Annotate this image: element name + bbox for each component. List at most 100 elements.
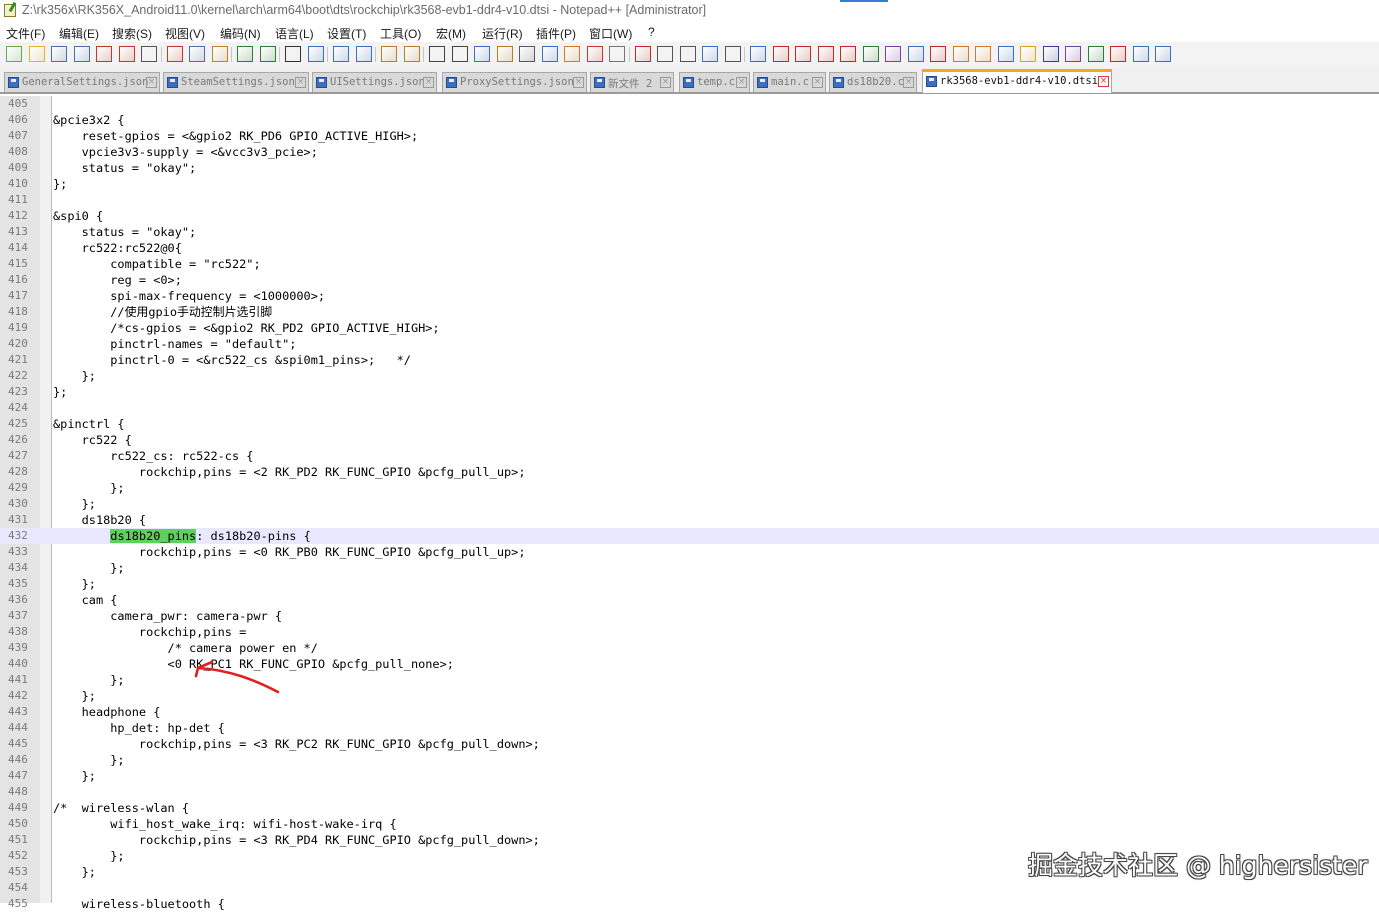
menu-item-3[interactable]: 视图(V) xyxy=(165,25,205,42)
code-line[interactable]: 408 vpcie3v3-supply = <&vcc3v3_pcie>; xyxy=(0,144,1379,160)
close-all-icon[interactable] xyxy=(118,46,135,62)
jump-prev-icon[interactable] xyxy=(795,46,811,62)
code-line[interactable]: 428 rockchip,pins = <2 RK_PD2 RK_FUNC_GP… xyxy=(0,464,1379,480)
tab-6[interactable]: main.c × xyxy=(753,72,826,92)
redo-icon[interactable] xyxy=(259,46,276,62)
code-line[interactable]: 406 &pcie3x2 { xyxy=(0,112,1379,128)
jump-last-icon[interactable] xyxy=(840,46,856,62)
code-line[interactable]: 449 /* wireless-wlan { xyxy=(0,800,1379,816)
play-macro-icon[interactable] xyxy=(679,46,696,62)
code-line[interactable]: 424 xyxy=(0,400,1379,416)
undo-icon[interactable] xyxy=(237,46,253,62)
code-line[interactable]: 409 status = "okay"; xyxy=(0,160,1379,176)
menu-item-2[interactable]: 搜索(S) xyxy=(112,25,152,42)
indent-guide-icon[interactable] xyxy=(474,46,490,62)
tab-close-icon[interactable]: × xyxy=(660,77,671,88)
menu-item-0[interactable]: 文件(F) xyxy=(6,25,45,42)
code-line[interactable]: 423}; xyxy=(0,384,1379,400)
code-editor[interactable]: 405 406 &pcie3x2 {407 reset-gpios = <&gpio… xyxy=(0,96,1379,911)
menu-item-5[interactable]: 语言(L) xyxy=(275,25,314,42)
code-line[interactable]: 427 rc522_cs: rc522-cs { xyxy=(0,448,1379,464)
menu-item-1[interactable]: 编辑(E) xyxy=(59,25,99,42)
tab-2[interactable]: UISettings.json × xyxy=(312,72,437,92)
code-line[interactable]: 443 headphone { xyxy=(0,704,1379,720)
menu-item-8[interactable]: 宏(M) xyxy=(436,25,466,42)
tab-4[interactable]: 新文件 2 × xyxy=(590,72,674,92)
plugin-a-icon[interactable] xyxy=(862,46,879,62)
tab-3[interactable]: ProxySettings.json × xyxy=(442,72,587,92)
tab-close-icon[interactable]: × xyxy=(903,77,914,88)
tab-close-icon[interactable]: × xyxy=(736,77,747,88)
copy-icon[interactable] xyxy=(189,46,205,62)
code-line[interactable]: 414 rc522:rc522@0{ xyxy=(0,240,1379,256)
code-line[interactable]: 417 spi-max-frequency = <1000000>; xyxy=(0,288,1379,304)
code-line[interactable]: 432 ds18b20_pins: ds18b20-pins { xyxy=(0,528,1379,544)
print-icon[interactable] xyxy=(141,46,157,62)
folder-workspace-icon[interactable] xyxy=(586,46,603,62)
find-icon[interactable] xyxy=(285,46,301,62)
code-line[interactable]: 445 rockchip,pins = <3 RK_PC2 RK_FUNC_GP… xyxy=(0,736,1379,752)
code-line[interactable]: 412 &spi0 { xyxy=(0,208,1379,224)
new-file-icon[interactable] xyxy=(6,46,22,62)
menu-item-4[interactable]: 编码(N) xyxy=(220,25,261,42)
code-line[interactable]: 433 rockchip,pins = <0 RK_PB0 RK_FUNC_GP… xyxy=(0,544,1379,560)
code-line[interactable]: 410}; xyxy=(0,176,1379,192)
plugin-k-icon[interactable] xyxy=(1087,46,1104,62)
save-macro-icon[interactable] xyxy=(724,46,741,62)
tab-1[interactable]: SteamSettings.json × xyxy=(163,72,309,92)
code-line[interactable]: 448 xyxy=(0,784,1379,800)
doc-map-icon[interactable] xyxy=(519,46,535,62)
code-line[interactable]: 421 pinctrl-0 = <&rc522_cs &spi0m1_pins>… xyxy=(0,352,1379,368)
run-macro-multiple-icon[interactable] xyxy=(702,46,718,62)
code-line[interactable]: 416 reg = <0>; xyxy=(0,272,1379,288)
code-line[interactable]: 420 pinctrl-names = "default"; xyxy=(0,336,1379,352)
tab-close-icon[interactable]: × xyxy=(573,77,584,88)
plugin-d-icon[interactable] xyxy=(930,46,946,62)
code-line[interactable]: 425 &pinctrl { xyxy=(0,416,1379,432)
menu-item-11[interactable]: 窗口(W) xyxy=(589,25,632,42)
tab-5[interactable]: temp.c × xyxy=(679,72,750,92)
jump-first-icon[interactable] xyxy=(772,46,789,62)
open-file-icon[interactable] xyxy=(28,46,45,62)
code-line[interactable]: 454 xyxy=(0,880,1379,896)
code-line[interactable]: 405 xyxy=(0,96,1379,112)
sync-horizontal-icon[interactable] xyxy=(403,46,420,62)
code-line[interactable]: 419 /*cs-gpios = <&gpio2 RK_PD2 GPIO_ACT… xyxy=(0,320,1379,336)
save-icon[interactable] xyxy=(51,46,67,62)
menu-item-12[interactable]: ? xyxy=(648,25,655,39)
prev-bookmark-icon[interactable] xyxy=(750,46,766,62)
plugin-c-icon[interactable] xyxy=(907,46,924,62)
code-line[interactable]: 455 wireless-bluetooth { xyxy=(0,896,1379,912)
code-line[interactable]: 411 xyxy=(0,192,1379,208)
plugin-j-icon[interactable] xyxy=(1065,46,1081,62)
code-line[interactable]: 444 hp_det: hp-det { xyxy=(0,720,1379,736)
close-icon[interactable] xyxy=(96,46,112,62)
code-line[interactable]: 413 status = "okay"; xyxy=(0,224,1379,240)
code-line[interactable]: 435 }; xyxy=(0,576,1379,592)
monitoring-icon[interactable] xyxy=(609,46,625,62)
code-line[interactable]: 434 }; xyxy=(0,560,1379,576)
code-line[interactable]: 422 }; xyxy=(0,368,1379,384)
tab-close-icon[interactable]: × xyxy=(146,77,157,88)
code-line[interactable]: 431 ds18b20 { xyxy=(0,512,1379,528)
tab-7[interactable]: ds18b20.c × xyxy=(829,72,917,92)
lang-udl-icon[interactable] xyxy=(496,46,513,62)
menu-item-7[interactable]: 工具(O) xyxy=(380,25,421,42)
zoom-in-icon[interactable] xyxy=(333,46,349,62)
sync-vertical-icon[interactable] xyxy=(381,46,397,62)
save-all-icon[interactable] xyxy=(73,46,90,62)
code-line[interactable]: 447 }; xyxy=(0,768,1379,784)
code-line[interactable]: 415 compatible = "rc522"; xyxy=(0,256,1379,272)
code-line[interactable]: 418 //使用gpio手动控制片选引脚 xyxy=(0,304,1379,320)
code-line[interactable]: 407 reset-gpios = <&gpio2 RK_PD6 GPIO_AC… xyxy=(0,128,1379,144)
plugin-i-icon[interactable] xyxy=(1042,46,1059,62)
plugin-n-icon[interactable] xyxy=(1155,46,1171,62)
zoom-out-icon[interactable] xyxy=(355,46,372,62)
function-list-icon[interactable] xyxy=(564,46,580,62)
plugin-l-icon[interactable] xyxy=(1110,46,1126,62)
word-wrap-icon[interactable] xyxy=(429,46,445,62)
replace-icon[interactable] xyxy=(307,46,324,62)
plugin-b-icon[interactable] xyxy=(885,46,901,62)
cut-icon[interactable] xyxy=(166,46,183,62)
record-macro-icon[interactable] xyxy=(634,46,651,62)
